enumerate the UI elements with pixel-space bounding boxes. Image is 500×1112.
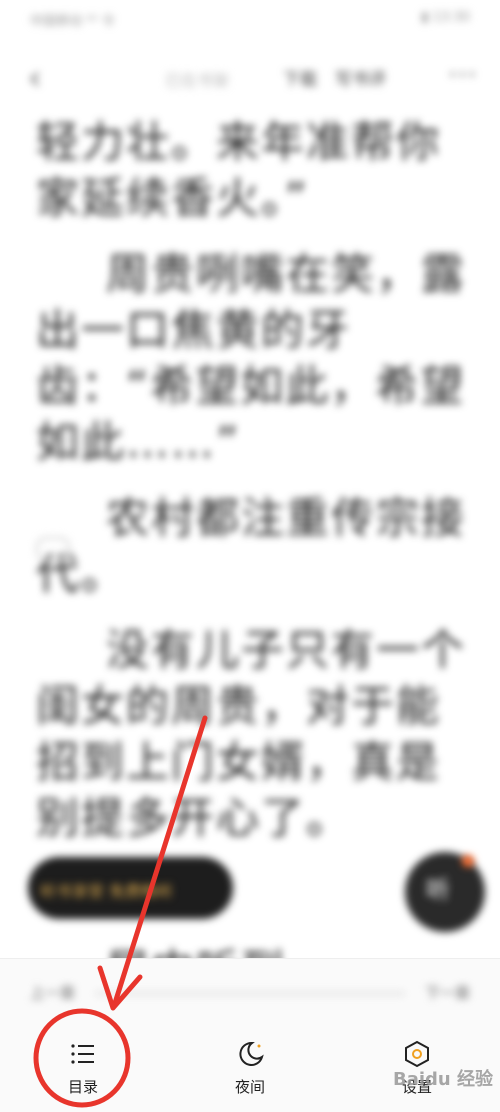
paragraph: 没有儿子只有一个闺女的周贵，对于能招到上门女婿，真是别提多开心了。 [36,626,466,844]
listen-label: 听 [426,876,450,904]
back-chevron-icon[interactable]: ‹ [28,58,42,98]
download-button[interactable]: 下载 [283,65,317,90]
paragraph: 轻力壮。来年准帮你家延续香火。” [36,118,441,224]
moon-icon [239,1041,264,1066]
prev-chapter-button[interactable]: 上一章 [30,982,75,1003]
more-options-icon[interactable]: ··· [448,58,478,91]
nav-catalog[interactable]: 目录 [33,1040,133,1097]
settings-icon [405,1040,429,1068]
catalog-icon [71,1044,94,1064]
status-bar: 中国移动 ⁴ᴳ 令 ▮ 13:30 [0,0,500,40]
carrier-signal: 中国移动 ⁴ᴳ 令 [30,14,115,29]
paragraph: 周贵咧嘴在笑，露出一口焦黄的牙齿：“希望如此，希望如此……” [36,250,466,468]
battery-time: ▮ 13:30 [421,10,470,25]
reader-top-bar: ‹ 已在书架 下载 写书评 ··· [0,40,500,110]
audio-promo-text: 听书享受 免费畅听 [40,882,174,901]
comment-bubble-icon[interactable] [36,537,70,561]
nav-night-mode-label: 夜间 [234,1078,265,1096]
write-review-button[interactable]: 写书评 [335,65,386,90]
chapter-progress-slider[interactable] [95,992,405,995]
nav-catalog-label: 目录 [67,1078,98,1096]
baidu-watermark: Baidu 经验 [393,1069,494,1090]
paragraph: 农村都注重传宗接代。 [36,494,466,600]
notification-dot [462,855,474,867]
bookshelf-status: 已在书架 [165,71,230,90]
nav-night-mode[interactable]: 夜间 [200,1040,300,1097]
next-chapter-button[interactable]: 下一章 [425,982,470,1003]
